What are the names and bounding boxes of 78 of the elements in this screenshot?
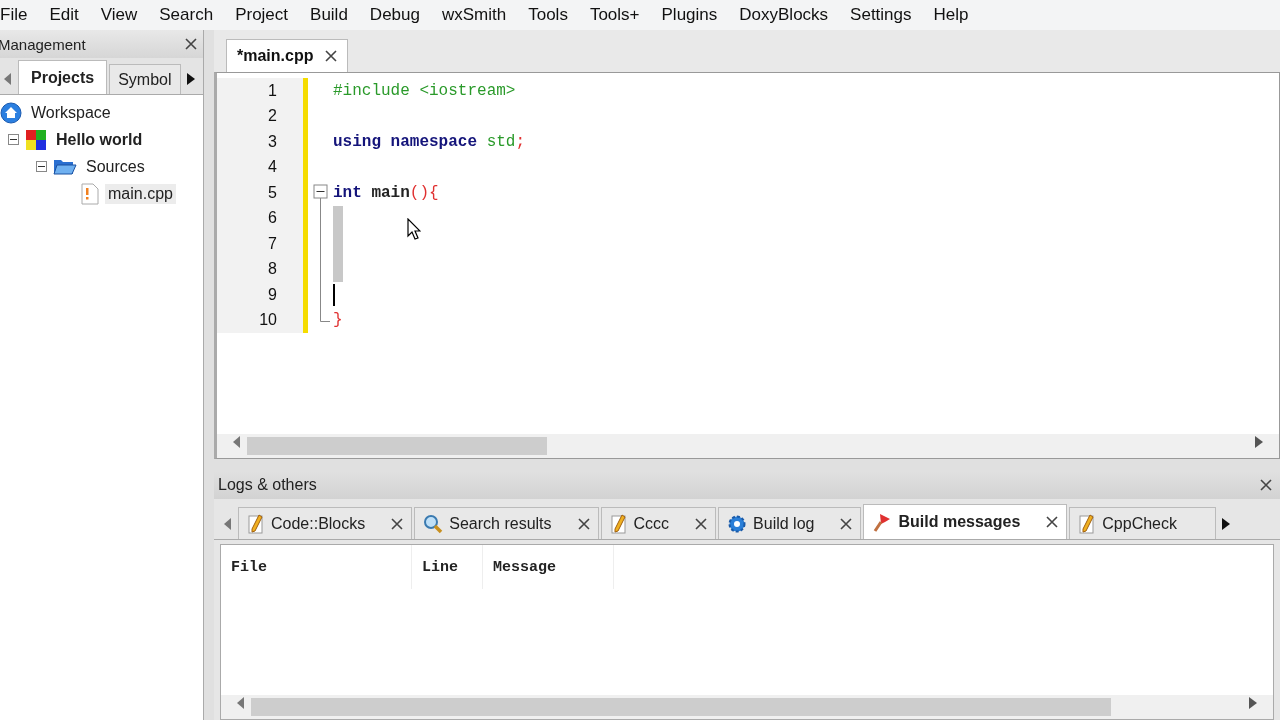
line-number: 2 [217, 103, 303, 129]
line-number: 1 [217, 78, 303, 104]
log-tab[interactable]: Code::Blocks [238, 507, 413, 539]
panel-title: Logs & others [218, 476, 317, 494]
menu-item[interactable]: Plugins [649, 5, 728, 25]
code-token: } [333, 311, 343, 330]
project-icon [25, 128, 47, 151]
tree-item[interactable]: Hello world [53, 129, 146, 150]
column-header[interactable]: File [221, 545, 412, 589]
line-number: 7 [217, 231, 303, 257]
code-token: using namespace [333, 132, 478, 151]
column-header[interactable]: Message [483, 545, 614, 589]
menu-item[interactable]: Tools+ [577, 5, 650, 25]
column-header[interactable]: Line [412, 545, 483, 589]
line-number: 9 [217, 282, 303, 308]
tab-close-icon[interactable] [840, 517, 853, 530]
log-tab[interactable]: Build log [718, 507, 862, 539]
pencil-icon [1078, 513, 1097, 534]
menu-item[interactable]: Build [298, 5, 358, 25]
panel-tab[interactable]: Projects [18, 60, 108, 94]
tab-close-icon[interactable] [325, 50, 338, 62]
tab-close-icon[interactable] [695, 517, 708, 530]
line-number: 5 [217, 180, 303, 206]
code-token: #include <iostream> [333, 81, 516, 100]
line-number: 8 [217, 256, 303, 282]
menu-item[interactable]: Tools [516, 5, 578, 25]
close-icon[interactable] [1260, 479, 1272, 491]
menu-item[interactable]: Search [147, 5, 224, 25]
menu-item[interactable]: DoxyBlocks [727, 5, 839, 25]
menu-item[interactable]: Edit [37, 5, 89, 25]
scroll-right-icon[interactable] [1222, 518, 1230, 530]
menu-item[interactable]: Project [223, 5, 299, 25]
code-token: (){ [409, 183, 439, 202]
horizontal-scrollbar[interactable] [221, 695, 1273, 719]
pointer-icon [407, 218, 421, 240]
tree-item[interactable]: Workspace [28, 102, 114, 123]
code-token: main [370, 183, 410, 202]
scroll-left-icon[interactable] [4, 73, 12, 85]
collapse-icon[interactable] [36, 161, 47, 172]
line-number: 3 [217, 129, 303, 155]
scroll-left-icon[interactable] [237, 696, 245, 709]
menu-item[interactable]: Help [921, 5, 979, 25]
log-tab[interactable]: Cccc [600, 507, 717, 539]
menu-item[interactable]: Settings [838, 5, 922, 25]
log-tab[interactable]: Build messages [863, 504, 1068, 539]
line-number: 10 [217, 307, 303, 333]
code-token: int [333, 183, 362, 202]
scroll-right-icon[interactable] [186, 73, 195, 85]
line-number: 6 [217, 205, 303, 231]
tab-close-icon[interactable] [1046, 516, 1059, 528]
tab-close-icon[interactable] [577, 517, 590, 530]
panel-tab[interactable]: Symbol [109, 64, 181, 94]
log-tab[interactable]: Search results [414, 507, 599, 539]
code-token: ; [515, 132, 526, 151]
close-icon[interactable] [185, 38, 197, 50]
menu-item[interactable]: Debug [357, 5, 430, 25]
editor-tab[interactable]: *main.cpp [226, 39, 349, 72]
search-icon [423, 513, 444, 534]
menu-item[interactable]: wxSmith [429, 5, 517, 25]
panel-title: Management [0, 35, 86, 53]
line-number: 4 [217, 154, 303, 180]
gear-icon [727, 513, 748, 534]
scroll-left-icon[interactable] [233, 435, 241, 448]
file-icon [81, 182, 99, 205]
tab-close-icon[interactable] [391, 517, 404, 530]
tree-item[interactable]: Sources [83, 156, 148, 177]
tree-item[interactable]: main.cpp [105, 183, 176, 204]
log-tab[interactable]: CppCheck [1069, 507, 1216, 539]
menu-item[interactable]: File [0, 5, 38, 25]
horizontal-scrollbar[interactable] [217, 434, 1279, 458]
collapse-icon[interactable] [8, 134, 19, 145]
pencil-icon [247, 513, 265, 534]
scroll-right-icon[interactable] [1255, 435, 1263, 448]
menu-item[interactable]: View [88, 5, 148, 25]
scroll-right-icon[interactable] [1249, 696, 1257, 709]
code-token: std [485, 132, 516, 151]
pencil-icon [609, 513, 628, 534]
scroll-left-icon[interactable] [224, 518, 232, 530]
